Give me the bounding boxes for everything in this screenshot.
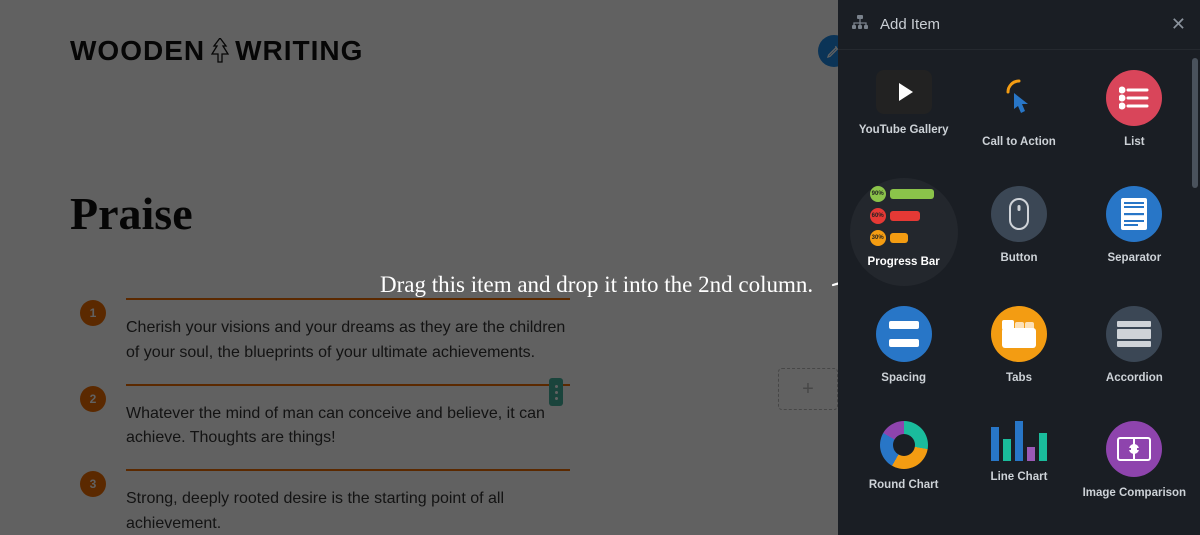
tutorial-hint: Drag this item and drop it into the 2nd …: [380, 272, 881, 298]
tutorial-text: Drag this item and drop it into the 2nd …: [380, 272, 813, 298]
item-label: Spacing: [881, 372, 926, 384]
close-icon[interactable]: ✕: [1171, 14, 1186, 35]
item-label: Line Chart: [991, 471, 1048, 483]
item-label: Call to Action: [982, 136, 1056, 148]
item-label: Separator: [1107, 252, 1161, 264]
list-icon: [1106, 70, 1162, 126]
item-progress-bar[interactable]: 90% 60% 30% Progress Bar: [846, 180, 961, 300]
pb-pct: 60%: [870, 208, 886, 224]
pb-pct: 30%: [870, 230, 886, 246]
item-spacing[interactable]: Spacing: [846, 300, 961, 416]
item-label: Accordion: [1106, 372, 1163, 384]
panel-header: Add Item ✕: [838, 0, 1200, 50]
mouse-icon: [991, 186, 1047, 242]
add-item-panel: Add Item ✕ YouTube Gallery Call to Actio…: [838, 0, 1200, 535]
item-youtube-gallery[interactable]: YouTube Gallery: [846, 64, 961, 180]
item-call-to-action[interactable]: Call to Action: [961, 64, 1076, 180]
accordion-icon: [1106, 306, 1162, 362]
sitemap-icon: [852, 15, 868, 34]
progress-bar-icon: 90% 60% 30%: [870, 186, 938, 246]
item-accordion[interactable]: Accordion: [1077, 300, 1192, 416]
compare-icon: [1106, 421, 1162, 477]
bar-chart-icon: [991, 421, 1047, 461]
item-label: Progress Bar: [868, 256, 940, 268]
item-label: YouTube Gallery: [859, 124, 949, 136]
item-label: Button: [1000, 252, 1037, 264]
pb-pct: 90%: [870, 186, 886, 202]
item-round-chart[interactable]: Round Chart: [846, 415, 961, 531]
item-label: Image Comparison: [1083, 487, 1187, 499]
item-label: List: [1124, 136, 1144, 148]
pointer-icon: [991, 70, 1047, 126]
item-tabs[interactable]: Tabs: [961, 300, 1076, 416]
item-button[interactable]: Button: [961, 180, 1076, 300]
item-label: Tabs: [1006, 372, 1032, 384]
item-separator[interactable]: Separator: [1077, 180, 1192, 300]
separator-icon: [1106, 186, 1162, 242]
panel-scrollbar[interactable]: [1192, 58, 1198, 188]
item-image-comparison[interactable]: Image Comparison: [1077, 415, 1192, 531]
item-grid: YouTube Gallery Call to Action List: [838, 50, 1200, 535]
youtube-icon: [876, 70, 932, 114]
spacing-icon: [876, 306, 932, 362]
item-list[interactable]: List: [1077, 64, 1192, 180]
item-line-chart[interactable]: Line Chart: [961, 415, 1076, 531]
tabs-icon: [991, 306, 1047, 362]
donut-chart-icon: [880, 421, 928, 469]
panel-title: Add Item: [880, 16, 940, 33]
item-label: Round Chart: [869, 479, 939, 491]
